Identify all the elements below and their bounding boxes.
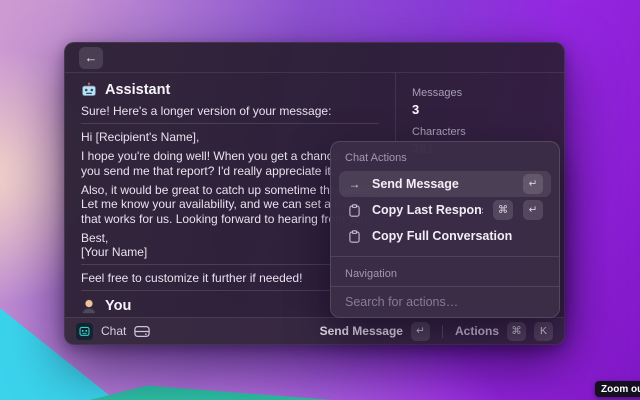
arrow-right-icon: → xyxy=(347,177,362,191)
robot-emoji-icon xyxy=(81,82,97,98)
section-navigation: Navigation xyxy=(345,268,545,280)
cmd-key-badge: ⌘ xyxy=(493,200,513,220)
action-copy-last-response[interactable]: Copy Last Response ⌘ ↵ xyxy=(339,197,551,223)
cmd-key-badge: ⌘ xyxy=(507,322,526,341)
zoom-tooltip: Zoom out on xyxy=(595,381,640,397)
actions-menu-button[interactable]: Actions xyxy=(455,324,499,338)
desktop: ← Assistant Sure! Here's a longer vers xyxy=(0,0,640,400)
clipboard-icon xyxy=(347,204,362,217)
back-button[interactable]: ← xyxy=(79,47,103,69)
action-copy-full-conversation[interactable]: Copy Full Conversation xyxy=(339,223,551,249)
return-key-badge: ↵ xyxy=(523,174,543,194)
status-bar-divider xyxy=(442,325,443,338)
window-header: ← xyxy=(65,43,564,73)
status-bar: Chat Send Message ↵ Actions ⌘ K xyxy=(65,317,564,344)
assistant-paragraph: Sure! Here's a longer version of your me… xyxy=(81,104,379,119)
user-title: You xyxy=(105,298,131,314)
chat-extension-icon xyxy=(76,323,93,340)
actions-popover: Chat Actions → Send Message ↵ Copy Last … xyxy=(330,141,560,318)
send-message-action[interactable]: Send Message xyxy=(320,324,403,338)
assistant-title: Assistant xyxy=(105,82,170,98)
person-emoji-icon xyxy=(81,298,97,314)
section-chat-actions: Chat Actions xyxy=(345,152,545,164)
messages-label: Messages xyxy=(412,87,548,99)
message-divider xyxy=(81,123,379,124)
return-key-badge: ↵ xyxy=(411,322,430,341)
return-key-badge: ↵ xyxy=(523,200,543,220)
messages-value: 3 xyxy=(412,102,548,117)
panel-divider xyxy=(331,256,559,257)
assistant-message-header: Assistant xyxy=(81,81,379,99)
actions-search-bar xyxy=(331,286,559,317)
action-send-message[interactable]: → Send Message ↵ xyxy=(339,171,551,197)
characters-label: Characters xyxy=(412,126,548,138)
display-mode-icon[interactable] xyxy=(134,325,150,338)
clipboard-icon xyxy=(347,230,362,243)
extension-name: Chat xyxy=(101,324,126,338)
k-key-badge: K xyxy=(534,322,553,341)
actions-search-input[interactable] xyxy=(345,295,545,309)
actions-list: Chat Actions → Send Message ↵ Copy Last … xyxy=(331,142,559,286)
